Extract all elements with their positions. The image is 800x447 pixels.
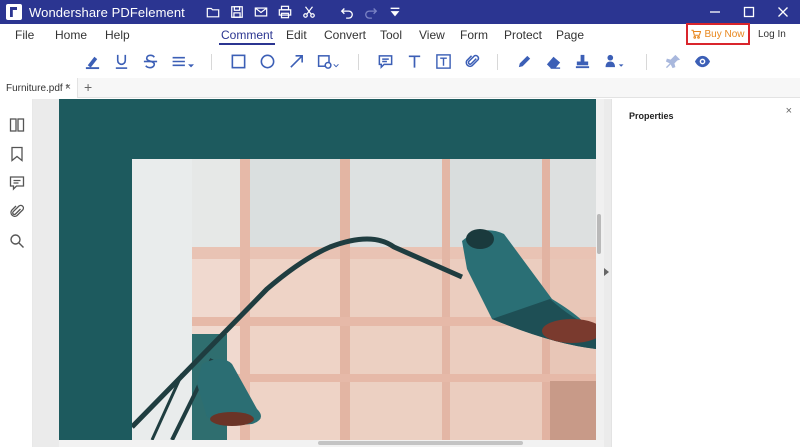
pin-icon[interactable] (662, 50, 684, 72)
shapes-dropdown-icon[interactable] (314, 50, 344, 72)
menu-edit[interactable]: Edit (286, 28, 307, 42)
attachment-icon[interactable] (8, 203, 26, 221)
buy-now-button[interactable]: Buy Now (686, 23, 750, 45)
menu-view[interactable]: View (419, 28, 445, 42)
add-tab-button[interactable]: + (84, 79, 92, 95)
undo-icon[interactable] (335, 0, 359, 24)
scissors-icon[interactable] (297, 0, 321, 24)
toolbar-divider (211, 54, 212, 70)
vertical-scrollbar-thumb[interactable] (597, 214, 601, 254)
maximize-icon[interactable] (732, 0, 766, 24)
menu-file[interactable]: File (15, 28, 34, 42)
print-icon[interactable] (273, 0, 297, 24)
dropdown-icon[interactable] (383, 0, 407, 24)
pencil-icon[interactable] (513, 50, 535, 72)
title-bar: Wondershare PDFelement (0, 0, 800, 24)
app-logo-icon (6, 4, 22, 20)
quick-access-toolbar (201, 0, 407, 24)
comment-icon[interactable] (8, 174, 26, 192)
menu-form[interactable]: Form (460, 28, 488, 42)
lines-dropdown-icon[interactable] (168, 50, 198, 72)
left-sidebar (0, 99, 33, 447)
eye-icon[interactable] (691, 50, 713, 72)
toolbar-divider (646, 54, 647, 70)
toolbar-divider (358, 54, 359, 70)
buy-now-label: Buy Now (704, 28, 745, 40)
strikethrough-icon[interactable] (139, 50, 161, 72)
underline-icon[interactable] (110, 50, 132, 72)
horizontal-scrollbar-thumb[interactable] (318, 441, 523, 445)
menu-convert[interactable]: Convert (324, 28, 366, 42)
close-icon[interactable] (766, 0, 800, 24)
comment-toolbar (0, 48, 800, 76)
textbox-icon[interactable] (432, 50, 454, 72)
menu-page[interactable]: Page (556, 28, 584, 42)
pdf-page (59, 99, 596, 440)
window-controls (698, 0, 800, 24)
eraser-icon[interactable] (542, 50, 564, 72)
highlight-icon[interactable] (81, 50, 103, 72)
document-tab-bar: Furniture.pdf * × + (0, 78, 800, 98)
menu-bar: File Home Help Comment Edit Convert Tool… (0, 24, 800, 46)
folder-icon[interactable] (201, 0, 225, 24)
minimize-icon[interactable] (698, 0, 732, 24)
arrow-icon[interactable] (285, 50, 307, 72)
app-title: Wondershare PDFelement (29, 4, 185, 20)
menu-protect[interactable]: Protect (504, 28, 542, 42)
menu-comment[interactable]: Comment (218, 28, 276, 45)
mail-icon[interactable] (249, 0, 273, 24)
attach-icon[interactable] (461, 50, 483, 72)
document-tab[interactable]: Furniture.pdf * × (0, 78, 78, 98)
redo-icon (359, 0, 383, 24)
save-icon[interactable] (225, 0, 249, 24)
vertical-scrollbar[interactable] (596, 99, 604, 440)
menu-home[interactable]: Home (55, 28, 87, 42)
menu-help[interactable]: Help (105, 28, 130, 42)
note-icon[interactable] (374, 50, 396, 72)
lamp-photo (132, 159, 596, 440)
text-icon[interactable] (403, 50, 425, 72)
document-tab-label: Furniture.pdf * (6, 82, 70, 94)
bookmark-icon[interactable] (8, 145, 26, 163)
search-icon[interactable] (8, 232, 26, 250)
properties-panel: Properties × (611, 99, 800, 447)
stamp-icon[interactable] (571, 50, 593, 72)
properties-title: Properties (629, 111, 674, 121)
properties-close-icon[interactable]: × (786, 105, 792, 117)
collapse-right-panel-icon[interactable] (604, 268, 609, 276)
oval-icon[interactable] (256, 50, 278, 72)
login-link[interactable]: Log In (758, 29, 786, 40)
signature-dropdown-icon[interactable] (600, 50, 630, 72)
tab-close-icon[interactable]: × (65, 82, 71, 93)
cart-icon (691, 29, 702, 39)
rectangle-icon[interactable] (227, 50, 249, 72)
thumbnails-icon[interactable] (8, 116, 26, 134)
toolbar-divider (497, 54, 498, 70)
menu-tool[interactable]: Tool (380, 28, 402, 42)
